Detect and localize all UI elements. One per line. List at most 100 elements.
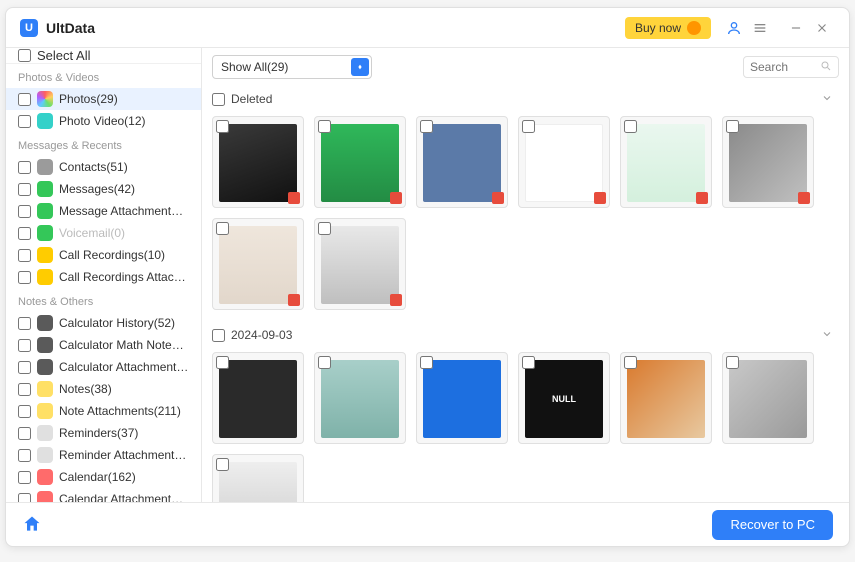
sidebar-item[interactable]: Reminder Attachments(27) <box>6 444 201 466</box>
thumbnail-checkbox[interactable] <box>624 356 637 369</box>
sidebar-item[interactable]: Notes(38) <box>6 378 201 400</box>
sidebar-item[interactable]: Calendar Attachments(1) <box>6 488 201 502</box>
thumbnail-checkbox[interactable] <box>420 120 433 133</box>
sidebar-item-label: Photo Video(12) <box>59 114 146 128</box>
chevron-down-icon[interactable] <box>815 327 839 343</box>
thumbnail-image <box>321 226 399 304</box>
buy-now-button[interactable]: Buy now <box>625 17 711 39</box>
thumbnail-image <box>219 124 297 202</box>
thumbnail-checkbox[interactable] <box>522 120 535 133</box>
thumbnail[interactable] <box>620 116 712 208</box>
sidebar-item[interactable]: Call Recordings Attachment... <box>6 266 201 288</box>
thumbnail-checkbox[interactable] <box>522 356 535 369</box>
thumbnail[interactable] <box>212 218 304 310</box>
sidebar-item[interactable]: Calculator History(52) <box>6 312 201 334</box>
thumbnail-image <box>423 124 501 202</box>
thumbnail-checkbox[interactable] <box>318 356 331 369</box>
sidebar-item[interactable]: Contacts(51) <box>6 156 201 178</box>
sidebar-item-checkbox[interactable] <box>18 493 31 503</box>
group-checkbox[interactable] <box>212 93 225 106</box>
thumbnail[interactable] <box>314 352 406 444</box>
thumbnail-image <box>219 462 297 502</box>
thumbnail-checkbox[interactable] <box>624 120 637 133</box>
search-input[interactable] <box>750 60 820 74</box>
sidebar-item[interactable]: Photos(29) <box>6 88 201 110</box>
sidebar-item-checkbox[interactable] <box>18 183 31 196</box>
thumbnail[interactable] <box>212 454 304 502</box>
deleted-badge-icon <box>390 294 402 306</box>
group-checkbox[interactable] <box>212 329 225 342</box>
sidebar-item[interactable]: Messages(42) <box>6 178 201 200</box>
select-all-checkbox[interactable] <box>18 49 31 62</box>
category-icon <box>37 225 53 241</box>
thumbnail[interactable] <box>518 116 610 208</box>
sidebar-item-label: Call Recordings Attachment... <box>59 270 189 284</box>
deleted-badge-icon <box>288 192 300 204</box>
account-icon[interactable] <box>721 15 747 41</box>
sidebar-item-label: Notes(38) <box>59 382 112 396</box>
sidebar-item-label: Photos(29) <box>59 92 118 106</box>
recover-button[interactable]: Recover to PC <box>712 510 833 540</box>
menu-icon[interactable] <box>747 15 773 41</box>
sidebar-item[interactable]: Reminders(37) <box>6 422 201 444</box>
sidebar-item-checkbox[interactable] <box>18 271 31 284</box>
thumbnail[interactable] <box>416 116 508 208</box>
thumbnail[interactable] <box>314 116 406 208</box>
sidebar-item-checkbox[interactable] <box>18 449 31 462</box>
filter-select[interactable]: Show All(29) <box>212 55 372 79</box>
thumbnail-checkbox[interactable] <box>216 120 229 133</box>
sidebar-item[interactable]: Call Recordings(10) <box>6 244 201 266</box>
sidebar-item-checkbox[interactable] <box>18 93 31 106</box>
sidebar-item[interactable]: Voicemail(0) <box>6 222 201 244</box>
sidebar-item-checkbox[interactable] <box>18 115 31 128</box>
thumbnail-checkbox[interactable] <box>216 222 229 235</box>
sidebar-item-checkbox[interactable] <box>18 227 31 240</box>
category-icon <box>37 247 53 263</box>
sidebar-item[interactable]: Note Attachments(211) <box>6 400 201 422</box>
thumbnail[interactable] <box>314 218 406 310</box>
thumbnail[interactable]: NULL <box>518 352 610 444</box>
sidebar-item[interactable]: Calculator Attachments(30) <box>6 356 201 378</box>
sidebar-item[interactable]: Photo Video(12) <box>6 110 201 132</box>
sidebar-item[interactable]: Message Attachments(16) <box>6 200 201 222</box>
search-box[interactable] <box>743 56 839 78</box>
thumbnail-checkbox[interactable] <box>318 120 331 133</box>
app-logo-icon: U <box>20 19 38 37</box>
home-icon[interactable] <box>22 514 44 536</box>
thumbnail-checkbox[interactable] <box>318 222 331 235</box>
sidebar-item-checkbox[interactable] <box>18 317 31 330</box>
sidebar-item-checkbox[interactable] <box>18 471 31 484</box>
sidebar-item-label: Voicemail(0) <box>59 226 125 240</box>
thumbnail[interactable] <box>722 352 814 444</box>
select-all-label: Select All <box>37 48 90 63</box>
sidebar: Select All Photos & VideosPhotos(29)Phot… <box>6 48 202 502</box>
sidebar-item-checkbox[interactable] <box>18 161 31 174</box>
sidebar-item-checkbox[interactable] <box>18 205 31 218</box>
thumbnail[interactable] <box>722 116 814 208</box>
sidebar-item-checkbox[interactable] <box>18 405 31 418</box>
thumbnail[interactable] <box>212 352 304 444</box>
sidebar-item-checkbox[interactable] <box>18 339 31 352</box>
sidebar-item[interactable]: Calculator Math Notes(6) <box>6 334 201 356</box>
thumbnail-checkbox[interactable] <box>726 120 739 133</box>
close-button[interactable] <box>809 15 835 41</box>
sidebar-item-checkbox[interactable] <box>18 249 31 262</box>
thumbnail[interactable] <box>620 352 712 444</box>
thumbnail[interactable] <box>212 116 304 208</box>
sidebar-item-checkbox[interactable] <box>18 361 31 374</box>
sidebar-item-checkbox[interactable] <box>18 383 31 396</box>
category-icon <box>37 159 53 175</box>
sidebar-item-checkbox[interactable] <box>18 427 31 440</box>
chevron-down-icon[interactable] <box>815 91 839 107</box>
category-icon <box>37 181 53 197</box>
thumbnail-checkbox[interactable] <box>216 458 229 471</box>
sidebar-item-label: Calendar Attachments(1) <box>59 492 189 502</box>
sidebar-item[interactable]: Calendar(162) <box>6 466 201 488</box>
thumbnail-checkbox[interactable] <box>726 356 739 369</box>
minimize-button[interactable] <box>783 15 809 41</box>
thumbnail-checkbox[interactable] <box>420 356 433 369</box>
select-all-row[interactable]: Select All <box>6 48 201 64</box>
sidebar-item-label: Calendar(162) <box>59 470 136 484</box>
thumbnail[interactable] <box>416 352 508 444</box>
thumbnail-checkbox[interactable] <box>216 356 229 369</box>
